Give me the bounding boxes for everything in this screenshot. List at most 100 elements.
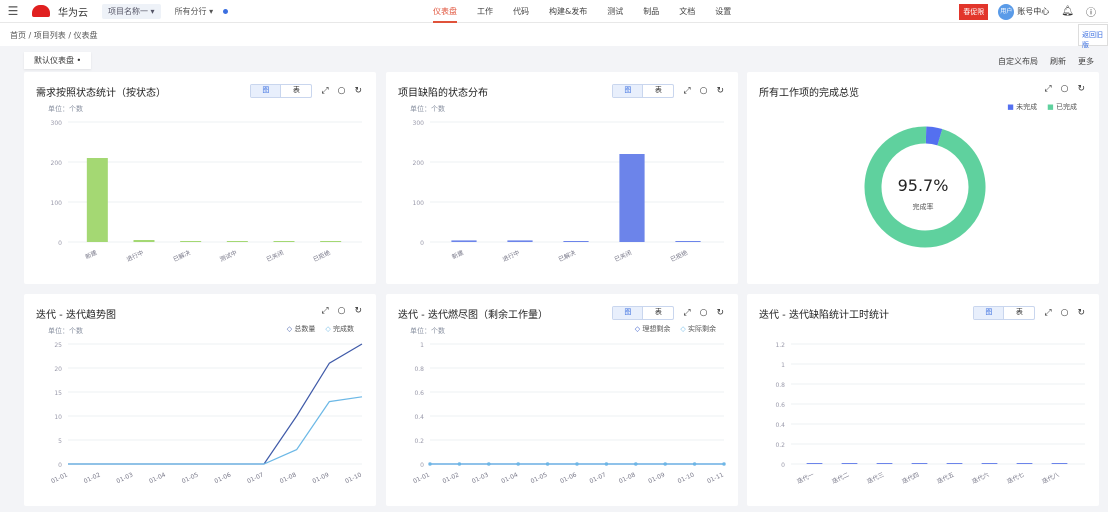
nav-tab[interactable]: 测试 bbox=[607, 0, 623, 23]
expand-icon[interactable]: ⤢ bbox=[1044, 84, 1051, 94]
table-view-button[interactable]: 表 bbox=[281, 85, 311, 97]
y-tick-label: 0.4 bbox=[414, 414, 424, 421]
settings-icon[interactable]: ○ bbox=[338, 306, 346, 316]
refresh-button[interactable]: 刷新 bbox=[1050, 56, 1066, 67]
y-tick-label: 0.2 bbox=[775, 442, 785, 449]
y-tick-label: 0 bbox=[781, 462, 785, 469]
chart-view-button[interactable]: 图 bbox=[613, 85, 644, 97]
bar[interactable] bbox=[320, 241, 342, 242]
bar[interactable] bbox=[1016, 463, 1033, 464]
legend-item[interactable]: ◇ 总数量 bbox=[287, 324, 316, 334]
legend-item[interactable]: ■ 未完成 bbox=[1007, 102, 1037, 112]
nav-tab[interactable]: 工作 bbox=[477, 0, 493, 23]
y-tick-label: 0 bbox=[420, 462, 424, 469]
legend-item[interactable]: ■ 已完成 bbox=[1047, 102, 1077, 112]
y-tick-label: 25 bbox=[54, 342, 62, 349]
chart-view-button[interactable]: 图 bbox=[974, 307, 1005, 319]
settings-icon[interactable]: ○ bbox=[1061, 84, 1069, 94]
nav-tab[interactable]: 文档 bbox=[679, 0, 695, 23]
bar[interactable] bbox=[981, 463, 998, 464]
user-name[interactable]: 账号中心 bbox=[1017, 6, 1049, 17]
refresh-icon[interactable]: ↻ bbox=[1077, 84, 1085, 94]
bell-icon[interactable]: 🔔︎ bbox=[1061, 6, 1074, 17]
table-view-button[interactable]: 表 bbox=[1004, 307, 1034, 319]
table-view-button[interactable]: 表 bbox=[643, 307, 673, 319]
series-line[interactable] bbox=[68, 343, 363, 465]
table-view-button[interactable]: 表 bbox=[643, 85, 673, 97]
bar[interactable] bbox=[806, 463, 823, 464]
expand-icon[interactable]: ⤢ bbox=[683, 86, 690, 96]
legend-item[interactable]: ◇ 理想剩余 bbox=[635, 324, 671, 334]
bar[interactable] bbox=[451, 240, 477, 242]
avatar[interactable]: 用户 bbox=[998, 3, 1015, 20]
series-line[interactable] bbox=[68, 396, 363, 465]
bar[interactable] bbox=[226, 241, 248, 242]
data-point[interactable] bbox=[487, 462, 491, 466]
bar[interactable] bbox=[946, 463, 963, 464]
nav-tab[interactable]: 构建&发布 bbox=[549, 0, 587, 23]
legend-item[interactable]: ◇ 实际剩余 bbox=[680, 324, 716, 334]
nav-tab[interactable]: 设置 bbox=[715, 0, 731, 23]
refresh-icon[interactable]: ↻ bbox=[1077, 308, 1085, 318]
data-point[interactable] bbox=[634, 462, 638, 466]
settings-icon[interactable]: ○ bbox=[700, 308, 708, 318]
settings-icon[interactable]: ○ bbox=[700, 86, 708, 96]
bar[interactable] bbox=[507, 240, 533, 242]
data-point[interactable] bbox=[722, 462, 726, 466]
bar[interactable] bbox=[675, 241, 701, 242]
refresh-icon[interactable]: ↻ bbox=[354, 306, 362, 316]
x-tick-label: 迭代七 bbox=[1006, 471, 1026, 486]
data-point[interactable] bbox=[428, 462, 432, 466]
bar[interactable] bbox=[619, 154, 645, 242]
x-tick-label: 迭代一 bbox=[796, 471, 816, 486]
bar[interactable] bbox=[911, 463, 928, 464]
donut-slice[interactable] bbox=[925, 126, 943, 146]
chart-view-button[interactable]: 图 bbox=[251, 85, 282, 97]
promo-badge[interactable]: 春促限 bbox=[959, 3, 989, 20]
expand-icon[interactable]: ⤢ bbox=[1044, 308, 1051, 318]
bar[interactable] bbox=[273, 241, 295, 242]
chart-legend: ■ 未完成 ■ 已完成 bbox=[1007, 102, 1077, 112]
bar[interactable] bbox=[133, 240, 155, 242]
x-tick-label: 01-09 bbox=[647, 471, 666, 485]
x-tick-label: 01-09 bbox=[311, 471, 330, 485]
bar[interactable] bbox=[180, 241, 202, 242]
more-button[interactable]: 更多 bbox=[1078, 56, 1094, 67]
data-point[interactable] bbox=[457, 462, 461, 466]
bar[interactable] bbox=[841, 463, 858, 464]
refresh-icon[interactable]: ↻ bbox=[716, 308, 724, 318]
settings-icon[interactable]: ○ bbox=[338, 86, 346, 96]
expand-icon[interactable]: ⤢ bbox=[321, 306, 328, 316]
help-icon[interactable]: ⓘ bbox=[1086, 4, 1096, 19]
project-selector[interactable]: 项目名称一 ▾ bbox=[102, 3, 161, 19]
branch-selector[interactable]: 所有分行 ▾ bbox=[175, 6, 214, 17]
nav-tab[interactable]: 仪表盘 bbox=[433, 0, 457, 23]
bar[interactable] bbox=[1051, 463, 1068, 464]
nav-tab[interactable]: 制品 bbox=[643, 0, 659, 23]
bar[interactable] bbox=[563, 241, 589, 242]
data-point[interactable] bbox=[663, 462, 667, 466]
refresh-icon[interactable]: ↻ bbox=[716, 86, 724, 96]
data-point[interactable] bbox=[516, 462, 520, 466]
data-point[interactable] bbox=[575, 462, 579, 466]
custom-layout-button[interactable]: 自定义布局 bbox=[998, 56, 1038, 67]
refresh-icon[interactable]: ↻ bbox=[354, 86, 362, 96]
expand-icon[interactable]: ⤢ bbox=[321, 86, 328, 96]
data-point[interactable] bbox=[604, 462, 608, 466]
data-point[interactable] bbox=[546, 462, 550, 466]
y-tick-label: 15 bbox=[54, 390, 62, 397]
settings-icon[interactable]: ○ bbox=[1061, 308, 1069, 318]
bar[interactable] bbox=[876, 463, 893, 464]
bar[interactable] bbox=[86, 158, 108, 242]
huawei-logo[interactable] bbox=[32, 5, 50, 17]
data-point[interactable] bbox=[693, 462, 697, 466]
x-tick-label: 迭代三 bbox=[866, 471, 886, 486]
card-tools: 图表 ⤢ ○ ↻ bbox=[973, 306, 1085, 320]
nav-tab[interactable]: 代码 bbox=[513, 0, 529, 23]
chart-view-button[interactable]: 图 bbox=[613, 307, 644, 319]
legend-item[interactable]: ◇ 完成数 bbox=[325, 324, 354, 334]
dashboard-tab[interactable]: 默认仪表盘 • bbox=[24, 52, 92, 69]
expand-icon[interactable]: ⤢ bbox=[683, 308, 690, 318]
menu-icon[interactable]: ☰ bbox=[0, 4, 26, 18]
return-old-version-button[interactable]: 返回旧版 bbox=[1078, 24, 1108, 49]
